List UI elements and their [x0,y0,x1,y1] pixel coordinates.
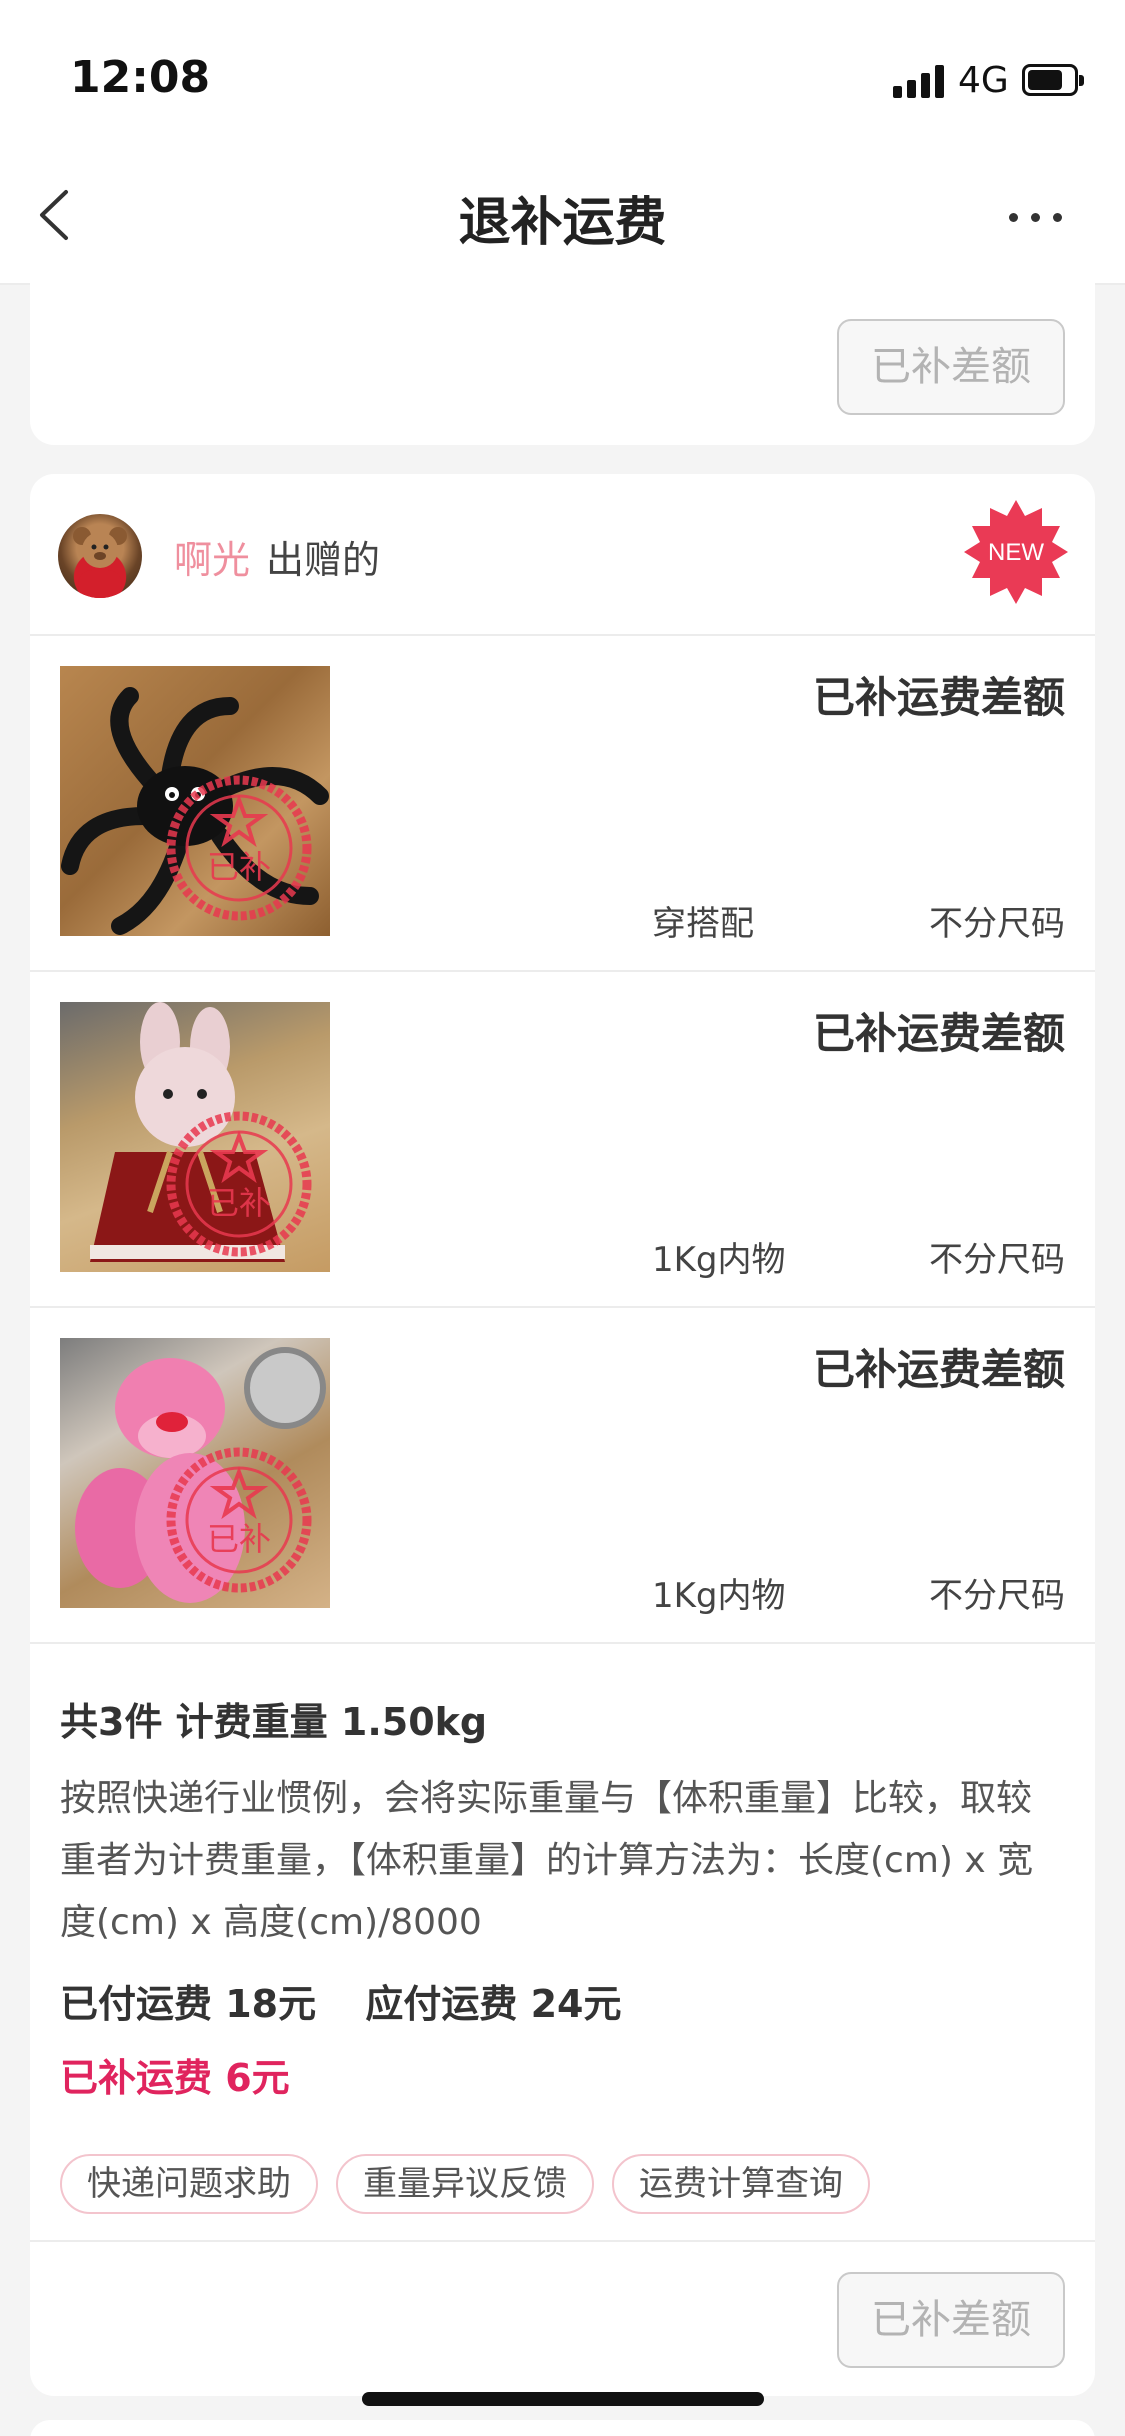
divider [30,2240,1095,2242]
item-size: 不分尺码 [929,904,1065,944]
page-title: 退补运费 [458,193,667,253]
stamp-icon: 已补 [166,1447,312,1593]
product-row[interactable]: 已补 已补运费差额 穿搭配 不分尺码 [30,636,1095,972]
previous-order-card: 已补差额 [30,270,1095,445]
svg-text:已补: 已补 [207,1520,271,1558]
item-category: 穿搭配 [652,904,754,944]
product-row[interactable]: 已补 已补运费差额 1Kg内物 不分尺码 [30,972,1095,1308]
tag-weight-feedback[interactable]: 重量异议反馈 [336,2154,594,2214]
svg-text:已补: 已补 [207,848,271,886]
summary-description: 按照快递行业惯例，会将实际重量与【体积重量】比较，取较重者为计费重量，【体积重量… [60,1778,1034,1943]
svg-text:已补: 已补 [207,1184,271,1222]
svg-text:NEW: NEW [988,539,1044,566]
shipping-fees: 已付运费 18元 应付运费 24元 [60,1976,1065,2032]
refunded-shipping: 已补运费 6元 [60,2056,290,2100]
item-status: 已补运费差额 [812,673,1065,722]
item-status: 已补运费差额 [812,1345,1065,1394]
navigation-bar: 退补运费 [0,150,1125,285]
avatar[interactable] [58,514,142,598]
item-category: 1Kg内物 [652,1576,786,1616]
new-badge: NEW [964,500,1068,604]
home-indicator[interactable] [362,2392,764,2406]
due-shipping: 应付运费 24元 [365,1982,622,2026]
seller-row[interactable]: 啊光 出赠的 NEW [30,474,1095,636]
product-image[interactable]: 已补 [60,1338,330,1608]
status-time: 12:08 [70,52,211,103]
summary-title: 共3件 计费重量 1.50kg [60,1700,488,1744]
product-image[interactable]: 已补 [60,1002,330,1272]
order-card: 啊光 出赠的 NEW 已补 已补运费差额 穿搭配 不分尺码 已补 已补运费差额 … [30,474,1095,2396]
seller-suffix: 出赠的 [266,538,381,582]
paid-shipping: 已付运费 18元 [60,1982,317,2026]
battery-icon [1022,64,1084,96]
seller-name[interactable]: 啊光 [174,529,250,584]
item-category: 1Kg内物 [652,1240,786,1280]
status-bar: 12:08 4G [0,0,1125,150]
shipping-summary: 共3件 计费重量 1.50kg 按照快递行业惯例，会将实际重量与【体积重量】比较… [60,1694,1065,2106]
item-size: 不分尺码 [929,1240,1065,1280]
tag-fee-lookup[interactable]: 运费计算查询 [612,2154,870,2214]
product-image[interactable]: 已补 [60,666,330,936]
tag-delivery-help[interactable]: 快递问题求助 [60,2154,318,2214]
paid-difference-button[interactable]: 已补差额 [837,319,1065,415]
next-order-card [30,2420,1095,2436]
item-size: 不分尺码 [929,1576,1065,1616]
product-row[interactable]: 已补 已补运费差额 1Kg内物 不分尺码 [30,1308,1095,1644]
stamp-icon: 已补 [166,1111,312,1257]
item-status: 已补运费差额 [812,1009,1065,1058]
paid-difference-button[interactable]: 已补差额 [837,2272,1065,2368]
network-type: 4G [958,60,1009,101]
signal-icon [893,64,945,98]
more-icon[interactable] [1005,205,1065,229]
stamp-icon: 已补 [166,775,312,921]
